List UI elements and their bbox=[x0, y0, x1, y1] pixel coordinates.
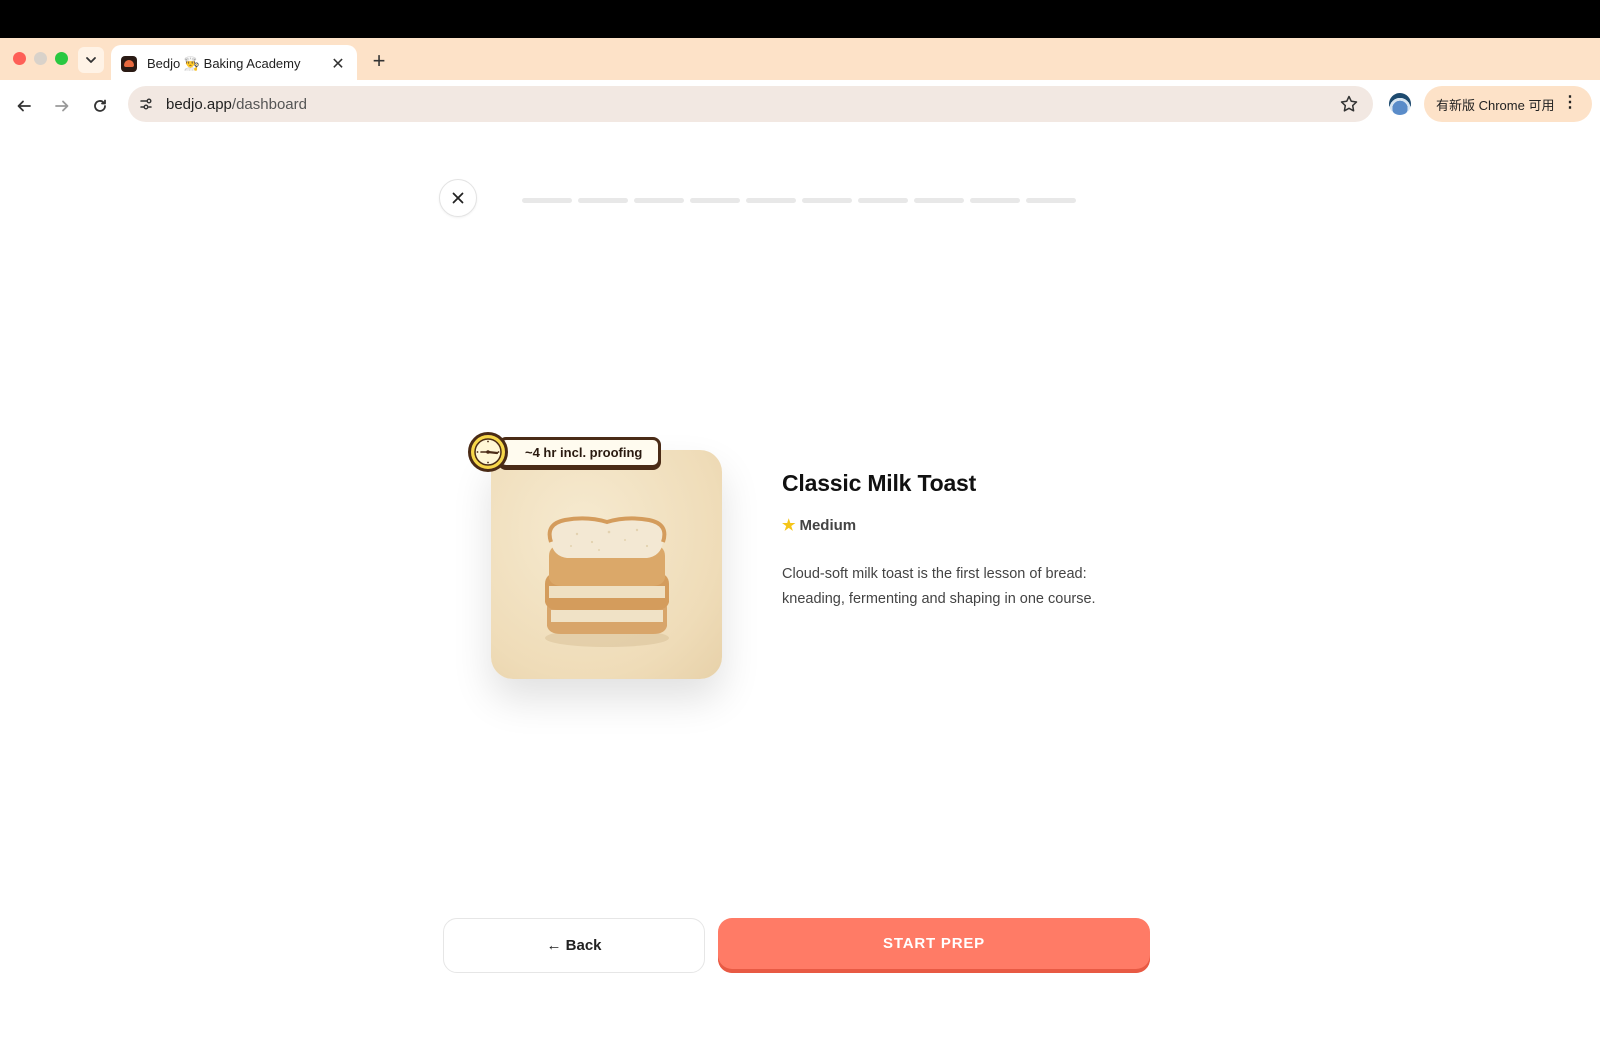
url-text: bedjo.app/dashboard bbox=[166, 96, 307, 113]
close-lesson-button[interactable] bbox=[439, 179, 477, 217]
address-bar[interactable]: bedjo.app/dashboard bbox=[128, 86, 1373, 122]
back-button[interactable]: ← Back bbox=[443, 918, 705, 973]
time-badge-label: ~4 hr incl. proofing bbox=[498, 436, 662, 468]
bookmark-star-icon[interactable] bbox=[1339, 94, 1359, 114]
url-path: /dashboard bbox=[231, 95, 307, 113]
bread-image bbox=[545, 516, 669, 647]
close-icon bbox=[452, 192, 464, 204]
os-menu-bar bbox=[0, 0, 1600, 38]
start-prep-button[interactable]: START PREP bbox=[718, 918, 1150, 973]
lesson-title: Classic Milk Toast bbox=[782, 470, 977, 496]
progress-segment bbox=[634, 198, 684, 203]
difficulty-badge: ★ Medium bbox=[782, 516, 1102, 535]
progress-segment bbox=[1026, 198, 1076, 203]
progress-segment bbox=[746, 198, 796, 203]
arrow-left-icon bbox=[17, 100, 31, 112]
chrome-update-button[interactable]: 有新版 Chrome 可用 ⋮ bbox=[1424, 86, 1592, 122]
chevron-down-icon bbox=[86, 57, 96, 63]
progress-segment bbox=[914, 198, 964, 203]
url-domain: bedjo.app bbox=[166, 95, 232, 113]
reload-button[interactable] bbox=[88, 94, 112, 118]
window-zoom-button[interactable] bbox=[55, 52, 68, 65]
progress-segment bbox=[578, 198, 628, 203]
window-close-button[interactable] bbox=[13, 52, 26, 65]
progress-segment bbox=[522, 198, 572, 203]
window-minimize-button[interactable] bbox=[34, 52, 47, 65]
progress-segment bbox=[858, 198, 908, 203]
lesson-hero-image bbox=[491, 450, 722, 679]
tab-close-icon[interactable]: ✕ bbox=[329, 54, 347, 74]
new-tab-button[interactable]: + bbox=[366, 48, 392, 74]
forward-nav-button[interactable] bbox=[50, 94, 74, 118]
difficulty-label: Medium bbox=[799, 516, 857, 534]
back-nav-button[interactable] bbox=[12, 94, 36, 118]
site-favicon-icon bbox=[121, 55, 137, 72]
tab-search-button[interactable] bbox=[78, 47, 104, 73]
tab-title: Bedjo 👨‍🍳 Baking Academy bbox=[147, 55, 301, 71]
update-label: 有新版 Chrome 可用 bbox=[1436, 97, 1555, 113]
browser-chrome: Bedjo 👨‍🍳 Baking Academy ✕ + bedjo.app/d… bbox=[0, 38, 1600, 132]
lesson-page: ~4 hr incl. proofing Classic Milk Toast … bbox=[0, 132, 1600, 1039]
site-settings-icon[interactable] bbox=[136, 94, 156, 114]
profile-avatar[interactable] bbox=[1389, 93, 1411, 115]
progress-segment bbox=[690, 198, 740, 203]
more-menu-icon[interactable]: ⋮ bbox=[1562, 95, 1578, 111]
reload-icon bbox=[94, 99, 106, 112]
arrow-right-icon bbox=[55, 100, 69, 112]
time-badge: ~4 hr incl. proofing bbox=[468, 432, 662, 472]
lesson-description: Cloud-soft milk toast is the first lesso… bbox=[782, 566, 1096, 607]
progress-segment bbox=[970, 198, 1020, 203]
browser-tab[interactable]: Bedjo 👨‍🍳 Baking Academy ✕ bbox=[111, 45, 357, 82]
star-icon: ★ bbox=[782, 517, 796, 534]
lesson-info: Classic Milk Toast ★ Medium Cloud-soft m… bbox=[782, 470, 1102, 611]
clock-icon bbox=[468, 432, 508, 472]
progress-segment bbox=[802, 198, 852, 203]
lesson-progress-bar bbox=[522, 198, 1076, 203]
browser-toolbar: bedjo.app/dashboard 有新版 Chrome 可用 ⋮ bbox=[0, 80, 1600, 132]
